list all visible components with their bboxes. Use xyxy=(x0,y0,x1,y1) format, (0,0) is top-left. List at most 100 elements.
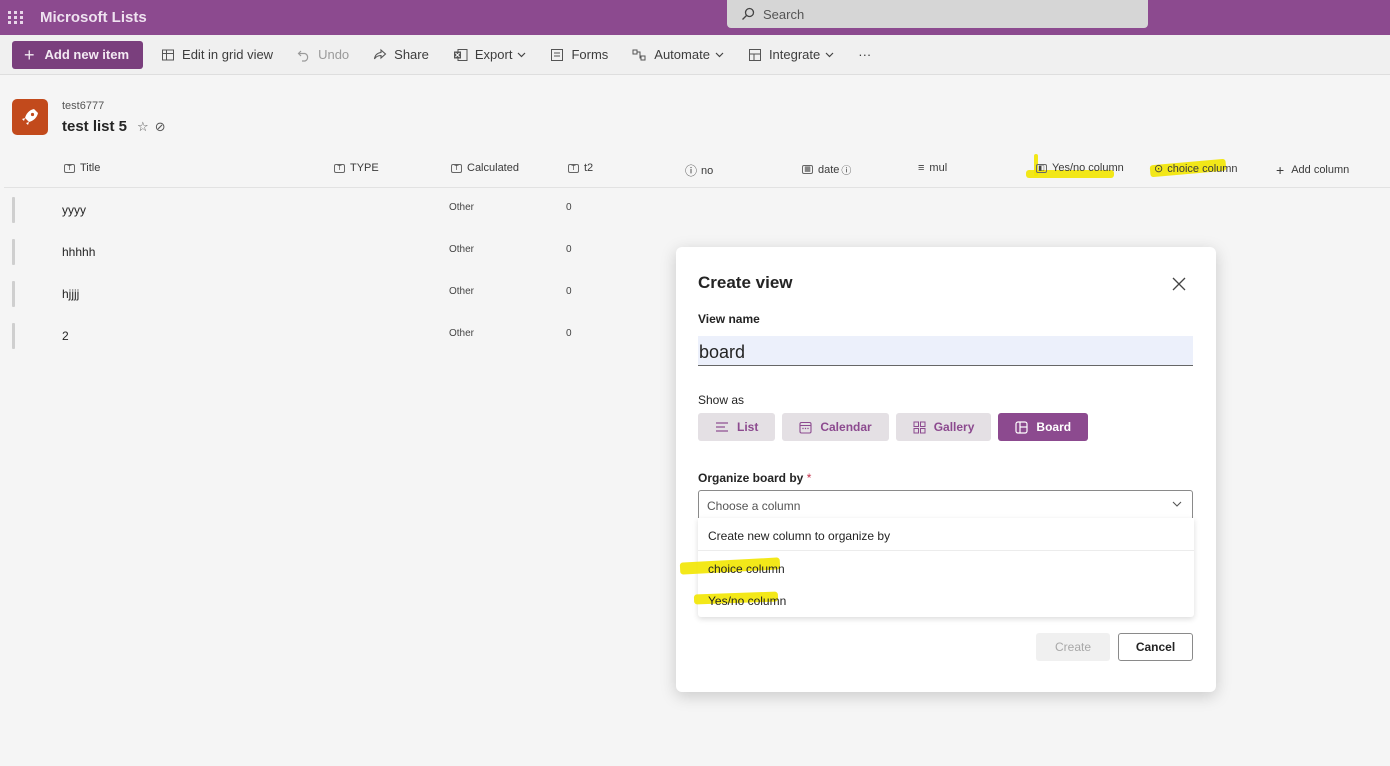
chevron-down-icon xyxy=(518,52,526,57)
dropdown-option-yesno-column[interactable]: Yes/no column xyxy=(698,586,1194,616)
app-name[interactable]: Microsoft Lists xyxy=(40,9,147,26)
automate-icon xyxy=(632,49,646,60)
chevron-down-icon xyxy=(1172,501,1182,507)
info-icon: ⓘ xyxy=(841,166,852,177)
export-button[interactable]: Export xyxy=(445,41,535,69)
chevron-down-icon xyxy=(715,52,724,57)
create-button[interactable]: Create xyxy=(1036,633,1110,661)
cell-title[interactable]: yyyy xyxy=(62,203,86,217)
suite-header: Microsoft Lists Search xyxy=(0,0,1390,35)
column-header-date[interactable]: ▦ date ⓘ xyxy=(802,162,851,177)
share-button[interactable]: Share xyxy=(365,41,437,69)
star-icon[interactable]: ☆ xyxy=(137,119,149,135)
column-header-calculated[interactable]: T Calculated xyxy=(451,162,519,174)
close-icon[interactable] xyxy=(1170,275,1188,293)
integrate-icon xyxy=(748,48,761,61)
number-column-icon: ⓘ xyxy=(685,164,698,178)
forms-icon xyxy=(551,48,564,61)
undo-label: Undo xyxy=(318,47,350,62)
edit-grid-button[interactable]: Edit in grid view xyxy=(153,41,281,69)
undo-icon xyxy=(297,50,309,62)
create-view-dialog: Create view View name Show as List Calen… xyxy=(676,247,1216,692)
excel-icon xyxy=(453,48,468,61)
cell-title[interactable]: 2 xyxy=(62,329,69,343)
row-selector[interactable] xyxy=(12,197,15,223)
forms-button[interactable]: Forms xyxy=(542,41,616,69)
list-rocket-icon xyxy=(12,99,48,135)
cell-calculated: Other xyxy=(449,328,475,339)
show-as-gallery-button[interactable]: Gallery xyxy=(895,413,992,441)
plus-icon: + xyxy=(24,44,35,65)
more-options-button[interactable]: ··· xyxy=(850,41,879,69)
chevron-down-icon xyxy=(825,52,834,57)
show-as-group: List Calendar Gallery Board xyxy=(698,413,1095,441)
list-title[interactable]: test list 5 xyxy=(62,118,127,135)
column-header-yesno[interactable]: ◧ Yes/no column xyxy=(1036,162,1124,174)
app-launcher-icon[interactable] xyxy=(4,6,28,30)
calendar-icon xyxy=(799,421,812,434)
dialog-title: Create view xyxy=(698,273,793,292)
automate-label: Automate xyxy=(654,47,710,62)
column-header-t2[interactable]: Tt2 xyxy=(568,162,593,174)
command-bar: + Add new item Edit in grid view Undo Sh… xyxy=(0,35,1390,75)
board-icon xyxy=(1015,420,1029,434)
automate-button[interactable]: Automate xyxy=(624,41,732,69)
column-header-row: T Title T TYPE T Calculated Tt2 ⓘ no ▦ date ⓘ … xyxy=(4,148,1390,188)
dropdown-option-choice-column[interactable]: choice column xyxy=(698,554,1194,584)
column-header-type[interactable]: T TYPE xyxy=(334,162,379,174)
calendar-icon: ▦ xyxy=(802,165,813,174)
multiline-icon: ≡ xyxy=(918,162,925,174)
show-as-label: Show as xyxy=(698,393,745,407)
table-row[interactable]: yyyy Other 0 xyxy=(4,189,1390,231)
undo-button[interactable]: Undo xyxy=(289,41,357,69)
cell-title[interactable]: hhhhh xyxy=(62,245,95,259)
show-as-calendar-button[interactable]: Calendar xyxy=(782,413,889,441)
column-header-title[interactable]: T Title xyxy=(64,162,100,174)
cancel-button[interactable]: Cancel xyxy=(1118,633,1193,661)
forms-label: Forms xyxy=(571,47,609,62)
search-icon xyxy=(742,7,755,20)
toggle-icon: ◧ xyxy=(1036,163,1047,173)
column-header-mul[interactable]: ≡ mul xyxy=(918,162,947,174)
export-label: Export xyxy=(474,47,513,62)
cell-calculated: Other xyxy=(449,286,475,297)
add-new-item-button[interactable]: + Add new item xyxy=(12,40,144,69)
cell-title[interactable]: hjjjj xyxy=(62,287,79,301)
cell-t2: 0 xyxy=(566,202,572,213)
search-placeholder: Search xyxy=(763,6,805,22)
row-selector[interactable] xyxy=(12,239,15,265)
add-column-button[interactable]: + Add column xyxy=(1276,162,1349,178)
organize-by-label: Organize board by * xyxy=(698,471,812,485)
show-as-board-button[interactable]: Board xyxy=(998,413,1089,441)
required-marker: * xyxy=(806,471,812,485)
plus-icon: + xyxy=(1276,162,1285,178)
cell-t2: 0 xyxy=(566,328,572,339)
grid-icon xyxy=(162,49,175,60)
view-name-label: View name xyxy=(698,312,760,326)
search-box[interactable]: Search xyxy=(727,0,1148,28)
column-header-no[interactable]: ⓘ no xyxy=(685,162,713,179)
organize-by-select[interactable]: Choose a column xyxy=(698,490,1193,521)
more-icon: ··· xyxy=(858,47,872,62)
text-column-icon: T xyxy=(334,163,345,173)
edit-grid-label: Edit in grid view xyxy=(182,47,274,62)
check-circle-icon[interactable]: ⊘ xyxy=(155,119,166,135)
text-column-icon: T xyxy=(451,163,462,173)
column-header-choice[interactable]: ⊙ choice column xyxy=(1154,162,1238,176)
integrate-label: Integrate xyxy=(768,47,821,62)
text-column-icon: T xyxy=(568,163,579,173)
choice-icon: ⊙ xyxy=(1154,163,1164,175)
site-name[interactable]: test6777 xyxy=(62,100,104,112)
list-title-row: test list 5 ☆ ⊘ xyxy=(62,118,166,135)
add-new-item-label: Add new item xyxy=(44,47,130,62)
cell-t2: 0 xyxy=(566,286,572,297)
cell-calculated: Other xyxy=(449,244,475,255)
row-selector[interactable] xyxy=(12,323,15,349)
organize-by-dropdown: Create new column to organize by choice … xyxy=(679,518,1194,617)
show-as-list-button[interactable]: List xyxy=(698,413,776,441)
dropdown-option-create-new[interactable]: Create new column to organize by xyxy=(698,521,1194,551)
row-selector[interactable] xyxy=(12,281,15,307)
list-icon xyxy=(716,422,728,432)
integrate-button[interactable]: Integrate xyxy=(740,41,842,69)
view-name-input[interactable] xyxy=(698,336,1193,366)
